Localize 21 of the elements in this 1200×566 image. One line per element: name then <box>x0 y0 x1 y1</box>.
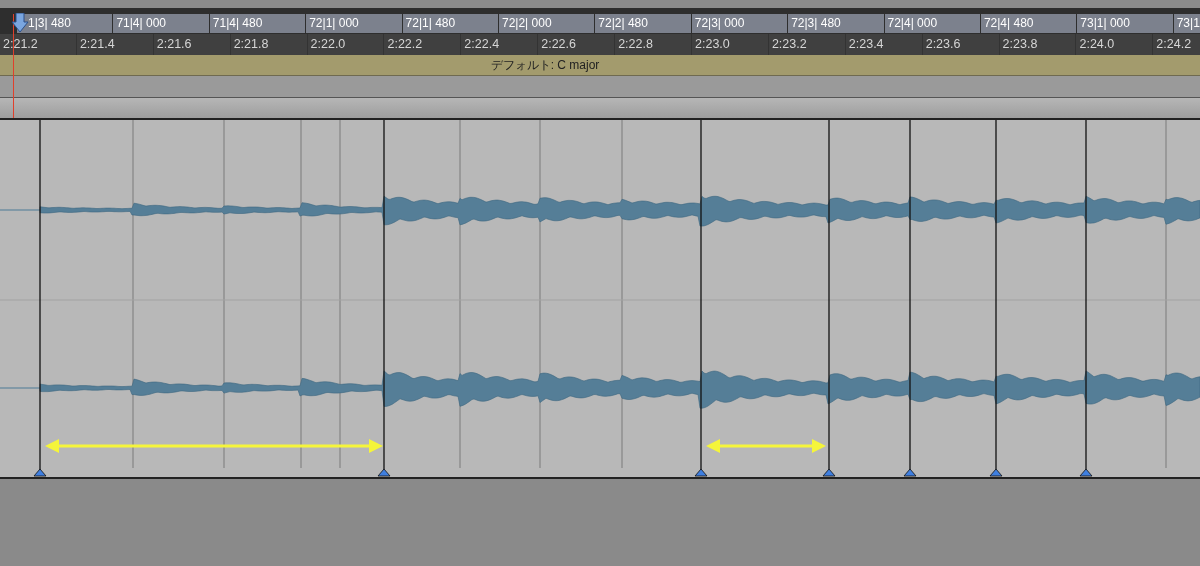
bar-position-label: 72|3| 000 <box>690 14 788 33</box>
slice-marker-icon[interactable] <box>377 468 391 477</box>
playhead-marker-icon[interactable] <box>11 13 29 33</box>
chord-label: デフォルト: C major <box>490 57 600 74</box>
slice-marker-icon[interactable] <box>903 468 917 477</box>
slice-marker-icon[interactable] <box>989 468 1003 477</box>
bar-position-label: 72|3| 480 <box>787 14 884 33</box>
slice-marker-icon[interactable] <box>694 468 708 477</box>
bar-position-label: 73|1| 000 <box>1076 14 1173 33</box>
bar-position-label: 72|4| 480 <box>979 14 1077 33</box>
slice-marker-icon[interactable] <box>822 468 836 477</box>
bar-position-label: 72|2| 480 <box>594 14 691 33</box>
slice-marker-icon[interactable] <box>1079 468 1093 477</box>
slice-marker-icon[interactable] <box>33 468 47 477</box>
bar-position-label: 71|4| 480 <box>208 14 306 33</box>
bar-position-label: 72|1| 480 <box>401 14 498 33</box>
bar-position-label: 72|4| 000 <box>883 14 980 33</box>
bar-position-label: 72|1| 000 <box>305 14 402 33</box>
bar-position-label: 72|2| 000 <box>497 14 595 33</box>
bar-position-label: 71|4| 000 <box>112 14 209 33</box>
bar-position-label: 73|1 <box>1172 14 1200 33</box>
